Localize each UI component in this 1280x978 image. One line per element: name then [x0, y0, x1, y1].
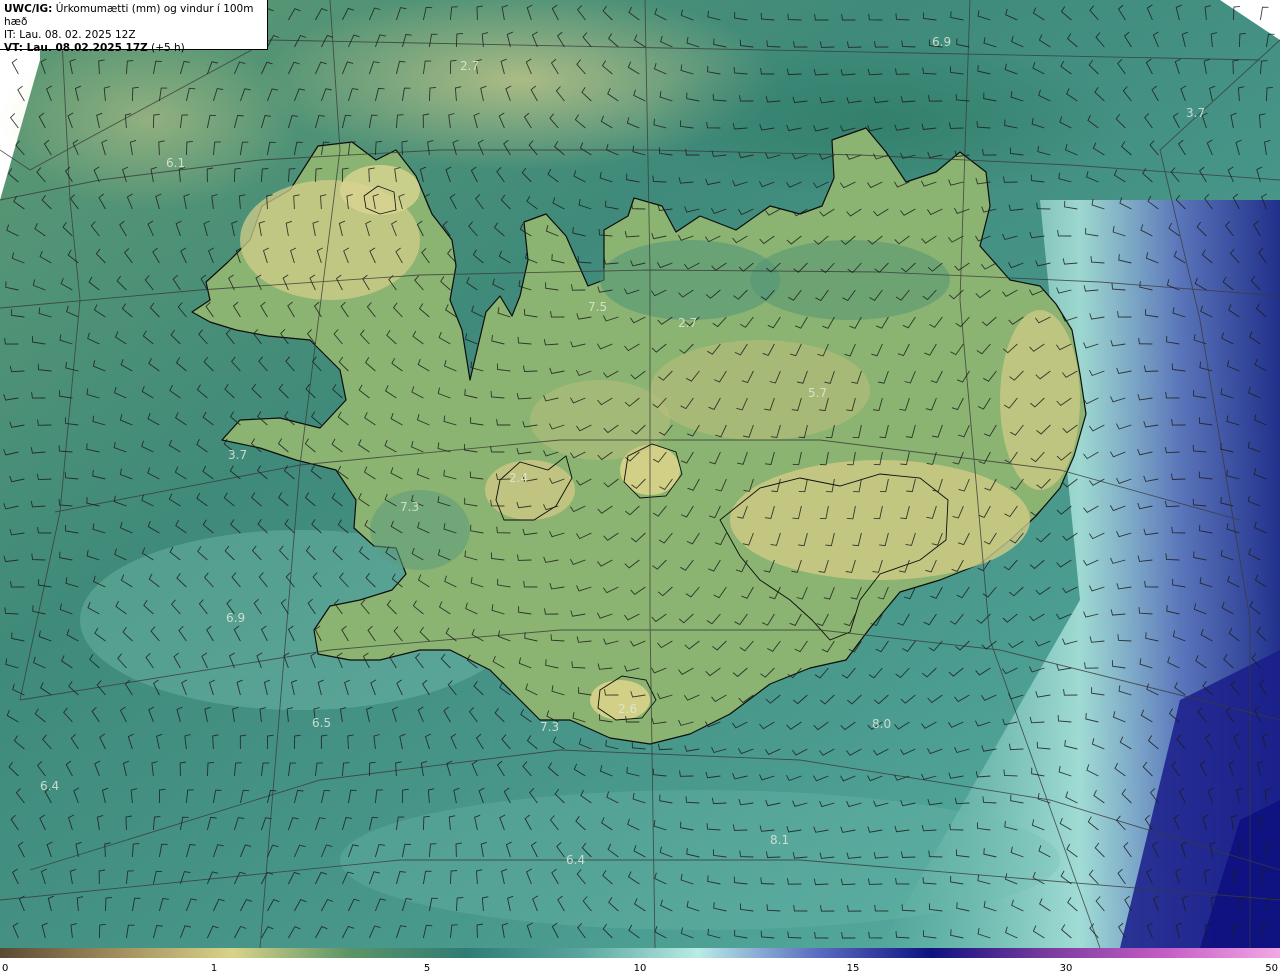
colorbar-tick: 1	[210, 963, 218, 974]
colorbar-tick: 10	[633, 963, 647, 974]
initial-time: IT: Lau. 08. 02. 2025 12Z	[4, 29, 136, 41]
value-label: 8.1	[770, 833, 789, 847]
colorbar-tick: 5	[423, 963, 431, 974]
value-label: 8.0	[872, 717, 891, 731]
precipitation-colorbar	[0, 948, 1280, 958]
colorbar-ticks: 0 1 5 10 15 30 50	[0, 960, 1280, 978]
valid-time: VT: Lau. 08.02.2025 17Z	[4, 42, 148, 54]
value-label: 3.7	[1186, 106, 1205, 120]
value-label: 6.9	[932, 35, 951, 49]
value-label: 3.7	[228, 448, 247, 462]
value-label: 5.7	[808, 386, 827, 400]
product-code: UWC/IG:	[4, 3, 53, 15]
value-label: 7.3	[400, 500, 419, 514]
colorbar-tick: 50	[1265, 963, 1278, 974]
value-label: 6.4	[40, 779, 59, 793]
precipitation-wind-map: 2.7 6.9 3.7 6.1 7.5 2.7 5.7 3.7 2.4 7.3 …	[0, 0, 1280, 948]
value-label: 6.4	[566, 853, 585, 867]
map-info-box: UWC/IG: Úrkomumætti (mm) og vindur í 100…	[0, 0, 268, 54]
value-label: 6.5	[312, 716, 331, 730]
value-label: 6.1	[166, 156, 185, 170]
value-label: 2.7	[678, 316, 697, 330]
value-label: 2.6	[618, 702, 637, 716]
forecast-offset: (+5 h)	[147, 42, 185, 54]
colorbar-tick: 30	[1059, 963, 1073, 974]
colorbar-tick: 15	[846, 963, 860, 974]
value-label: 2.7	[460, 59, 479, 73]
value-label: 7.3	[540, 720, 559, 734]
value-label: 2.4	[509, 471, 528, 485]
value-label: 6.9	[226, 611, 245, 625]
colorbar-tick: 0	[2, 963, 9, 974]
value-label: 7.5	[588, 300, 607, 314]
